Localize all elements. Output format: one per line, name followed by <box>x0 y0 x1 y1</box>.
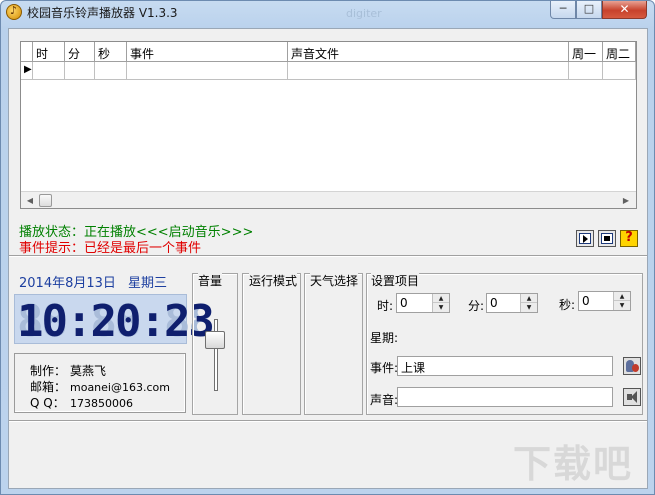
date-display: 2014年8月13日 星期三 <box>19 272 167 291</box>
minute-stepper[interactable]: 0 ▲ ▼ <box>486 293 538 313</box>
column-header-hour[interactable]: 时 <box>33 42 65 62</box>
second-up-icon[interactable]: ▲ <box>614 292 630 301</box>
minute-value: 0 <box>490 296 498 310</box>
second-value: 0 <box>582 294 590 308</box>
column-header-tuesday[interactable]: 周二 <box>603 42 636 62</box>
clock-time: 10:20:23 <box>17 296 215 347</box>
music-note-icon <box>6 4 22 20</box>
bottom-divider <box>9 420 647 422</box>
credits-panel: 制作： 莫燕飞 邮箱： moanei@163.com Q Q： 173850006 <box>14 353 186 413</box>
title-bar[interactable]: 校园音乐铃声播放器 V1.3.3 digiter ─ □ ✕ <box>1 1 654 23</box>
author-label: 制作： <box>30 364 67 378</box>
scroll-left-icon[interactable]: ◀ <box>22 193 38 208</box>
credit-qq: Q Q： 173850006 <box>30 394 133 411</box>
volume-slider-thumb[interactable] <box>205 330 225 349</box>
second-down-icon[interactable]: ▼ <box>614 301 630 310</box>
column-header-monday[interactable]: 周一 <box>569 42 603 62</box>
settings-label: 设置项目 <box>371 272 420 289</box>
table-cell[interactable] <box>288 62 569 80</box>
play-button[interactable] <box>576 230 594 247</box>
divider <box>9 255 647 257</box>
horizontal-scrollbar[interactable]: ◀ ▶ <box>21 191 636 208</box>
stop-button[interactable] <box>598 230 616 247</box>
weekday-label: 星期: <box>370 331 399 345</box>
table-cell[interactable] <box>569 62 603 80</box>
minute-down-icon[interactable]: ▼ <box>521 303 537 312</box>
email-label: 邮箱： <box>30 380 67 394</box>
event-hint: 事件提示：已经是最后一个事件 <box>19 241 202 256</box>
event-label: 事件: <box>370 361 399 375</box>
column-header-minute[interactable]: 分 <box>65 42 95 62</box>
run-mode-panel <box>242 273 301 415</box>
help-button[interactable]: ? <box>620 230 638 247</box>
table-row[interactable]: ▶ <box>21 62 636 80</box>
digital-clock: 88:88:88 10:20:23 <box>14 294 215 347</box>
client-area: 时 分 秒 事件 声音文件 周一 周二 ▶ ◀ ▶ 播放状态：正在播放<<<启动… <box>8 28 648 489</box>
table-cell[interactable] <box>603 62 636 80</box>
maximize-button[interactable]: □ <box>576 1 602 19</box>
hour-up-icon[interactable]: ▲ <box>433 294 449 303</box>
qq-label: Q Q： <box>30 396 65 410</box>
scroll-thumb[interactable] <box>39 194 52 207</box>
watermark-logo: 下载吧 <box>513 442 634 486</box>
current-weekday: 星期三 <box>128 276 168 291</box>
table-cell[interactable] <box>127 62 288 80</box>
hour-label: 时: <box>377 299 394 313</box>
hour-down-icon[interactable]: ▼ <box>433 303 449 312</box>
minute-up-icon[interactable]: ▲ <box>521 294 537 303</box>
second-stepper[interactable]: 0 ▲ ▼ <box>578 291 631 311</box>
qq-value: 173850006 <box>70 397 133 410</box>
scroll-right-icon[interactable]: ▶ <box>618 193 634 208</box>
weather-panel <box>304 273 363 415</box>
close-button[interactable]: ✕ <box>602 1 647 19</box>
event-picker-icon[interactable] <box>623 357 641 375</box>
current-date: 2014年8月13日 <box>19 276 116 291</box>
grid-header: 时 分 秒 事件 声音文件 周一 周二 <box>21 42 636 62</box>
play-icon <box>579 233 591 244</box>
app-window: 校园音乐铃声播放器 V1.3.3 digiter ─ □ ✕ 时 分 秒 事件 … <box>0 0 655 495</box>
maximize-icon: □ <box>583 2 595 15</box>
minimize-icon: ─ <box>559 2 567 15</box>
credit-email: 邮箱： moanei@163.com <box>30 378 170 395</box>
schedule-grid[interactable]: 时 分 秒 事件 声音文件 周一 周二 ▶ ◀ ▶ <box>20 41 637 209</box>
table-cell[interactable] <box>65 62 95 80</box>
column-header-event[interactable]: 事件 <box>127 42 288 62</box>
window-title: 校园音乐铃声播放器 V1.3.3 <box>27 6 178 20</box>
help-icon: ? <box>625 230 633 245</box>
credit-author: 制作： 莫燕飞 <box>30 362 106 379</box>
sound-label: 声音: <box>370 393 399 407</box>
close-icon: ✕ <box>619 2 630 16</box>
author-name: 莫燕飞 <box>70 364 107 378</box>
minimize-button[interactable]: ─ <box>550 1 576 19</box>
run-mode-label: 运行模式 <box>249 272 298 289</box>
hour-value: 0 <box>400 296 408 310</box>
volume-slider-track[interactable] <box>214 319 218 391</box>
row-indicator-icon: ▶ <box>21 62 33 80</box>
event-input[interactable]: 上课 <box>397 356 613 376</box>
column-header-sound-file[interactable]: 声音文件 <box>288 42 569 62</box>
second-label: 秒: <box>559 298 576 312</box>
speaker-icon[interactable] <box>623 388 641 406</box>
weather-label: 天气选择 <box>310 272 359 289</box>
background-window-title: digiter <box>346 7 382 20</box>
email-value: moanei@163.com <box>70 381 170 394</box>
column-header-second[interactable]: 秒 <box>95 42 127 62</box>
sound-input[interactable] <box>397 387 613 407</box>
table-cell[interactable] <box>33 62 65 80</box>
minute-label: 分: <box>468 299 485 313</box>
table-cell[interactable] <box>95 62 127 80</box>
stop-icon <box>601 233 613 244</box>
grid-corner <box>21 42 33 62</box>
hour-stepper[interactable]: 0 ▲ ▼ <box>396 293 450 313</box>
volume-label: 音量 <box>198 272 223 289</box>
